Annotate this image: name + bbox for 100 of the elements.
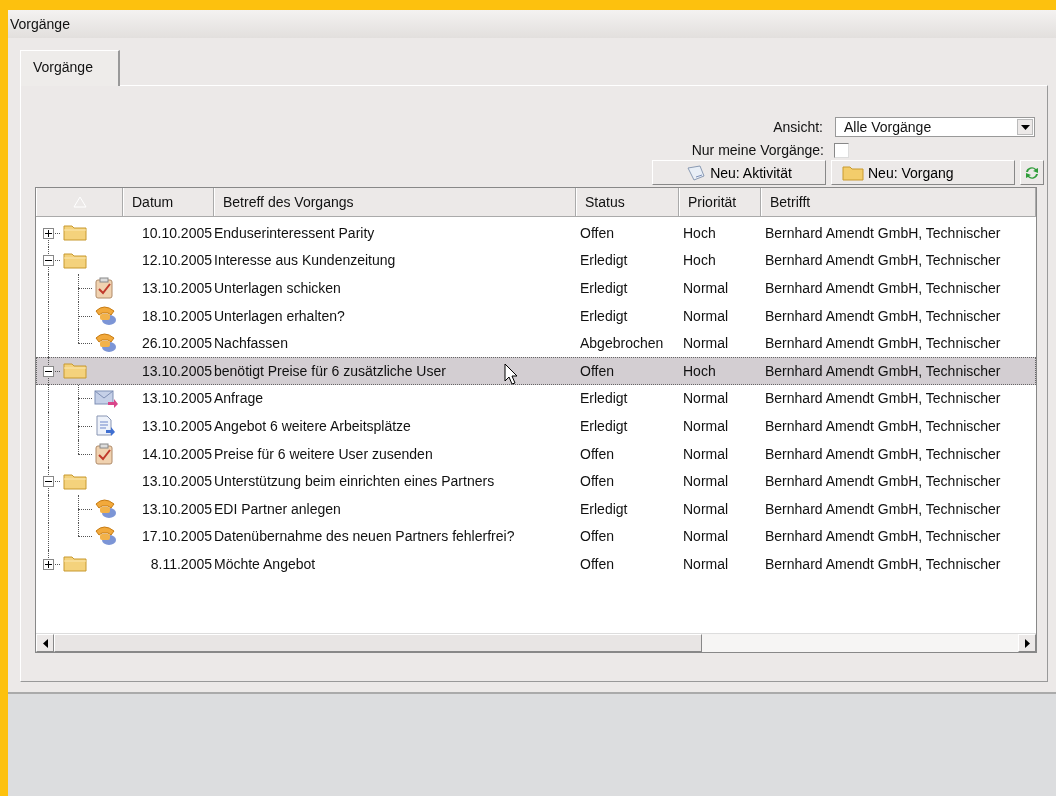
status-cell-text: Erledigt xyxy=(579,417,629,434)
table-row[interactable]: 18.10.2005 Unterlagen erhalten? Erledigt Normal Bernhard Amendt GmbH, Technischer xyxy=(36,301,1036,330)
date-cell-text: 13.10.2005 xyxy=(140,473,213,490)
priority-cell-text: Normal xyxy=(682,307,730,324)
phone-icon xyxy=(94,332,118,355)
folder-icon xyxy=(63,251,87,269)
scrollbar-thumb[interactable] xyxy=(54,634,702,652)
clipboard-icon xyxy=(94,277,114,299)
folder-icon xyxy=(63,224,87,242)
status-cell-text: Offen xyxy=(579,555,615,572)
table-row[interactable]: 10.10.2005 Enduserinteressent Parity Offen Hoch Bernhard Amendt GmbH, Technischer xyxy=(36,219,1036,247)
table-row[interactable]: 12.10.2005 Interesse aus Kundenzeitung Erledigt Hoch Bernhard Amendt GmbH, Technischer xyxy=(36,246,1036,275)
view-dropdown[interactable]: Alle Vorgänge xyxy=(835,117,1035,137)
refresh-button[interactable] xyxy=(1020,160,1044,185)
priority-cell-text: Hoch xyxy=(682,224,717,241)
table-row[interactable]: 13.10.2005 Unterstützung beim einrichten eines Partners Offen Normal Bernhard Amendt GmbH, Technischer xyxy=(36,467,1036,495)
date-cell-text: 18.10.2005 xyxy=(140,307,213,324)
date-cell-text: 13.10.2005 xyxy=(140,390,213,407)
only-mine-checkbox[interactable] xyxy=(834,142,849,158)
dropdown-arrow-icon xyxy=(1020,124,1030,130)
table-row[interactable]: 13.10.2005Angebot 6 weitere Arbeitsplätze Erledigt Normal Bernhard Amendt GmbH, Technischer xyxy=(36,412,1036,440)
subject-cell: Interesse aus Kundenzeitung xyxy=(214,252,396,269)
table-row[interactable]: 13.10.2005 Unterlagen schicken Erledigt Normal Bernhard Amendt GmbH, Technischer xyxy=(36,274,1036,302)
table-row[interactable]: 8.11.2005 Möchte Angebot Offen Normal Bernhard Amendt GmbH, Technischer xyxy=(36,550,1036,578)
table-row[interactable]: 14.10.2005 Preise für 6 weitere User zusenden Offen Normal Bernhard Amendt GmbH, Technischer xyxy=(36,439,1036,468)
table-row[interactable]: 13.10.2005 EDI Partner anlegen Erledigt Normal Bernhard Amendt GmbH, Technischer xyxy=(36,494,1036,523)
subject-cell: Unterstützung beim einrichten eines Partners xyxy=(214,473,495,490)
priority-cell-text: Normal xyxy=(682,555,730,572)
priority-cell-text: Normal xyxy=(682,445,730,462)
concerns-cell-text: Bernhard Amendt GmbH, Technischer xyxy=(764,417,1002,434)
concerns-cell-text: Bernhard Amendt GmbH, Technischer xyxy=(764,252,1002,269)
new-activity-button[interactable]: Neu: Aktivität xyxy=(652,160,826,185)
priority-cell-text: Normal xyxy=(682,390,730,407)
expand-toggle[interactable] xyxy=(43,365,54,377)
folder-icon xyxy=(842,164,864,181)
document-icon xyxy=(94,414,116,437)
table-row[interactable]: 13.10.2005 benötigt Preise für 6 zusätzliche User Offen Hoch Bernhard Amendt GmbH, Technischer xyxy=(36,356,1036,385)
envelope-icon xyxy=(94,388,118,409)
table-row[interactable]: 17.10.2005 Datenübernahme des neuen Partners fehlerfrei? Offen Normal Bernhard Amendt GmbH, Technischer xyxy=(36,522,1036,551)
concerns-cell-text: Bernhard Amendt GmbH, Technischer xyxy=(764,445,1002,462)
status-cell-text: Erledigt xyxy=(579,307,629,324)
only-mine-label: Nur meine Vorgänge: xyxy=(691,142,824,158)
subject-cell: Möchte Angebot xyxy=(214,555,316,572)
status-cell-text: Erledigt xyxy=(579,280,629,296)
status-cell-text: Offen xyxy=(579,528,615,545)
clipboard-icon xyxy=(94,442,114,465)
column-header[interactable]: Betrifft xyxy=(761,188,1036,216)
status-cell-text: Erledigt xyxy=(579,500,629,517)
subject-cell: Anfrage xyxy=(214,390,264,407)
phone-icon xyxy=(94,497,118,520)
status-cell-text: Offen xyxy=(579,362,615,379)
window-title: Vorgänge xyxy=(10,16,70,32)
subject-cell: benötigt Preise für 6 zusätzliche User xyxy=(214,362,446,379)
priority-cell-text: Normal xyxy=(682,473,730,490)
expand-toggle[interactable] xyxy=(43,558,54,570)
scroll-right-button[interactable] xyxy=(1018,634,1036,652)
expand-toggle[interactable] xyxy=(43,227,54,239)
date-cell-text: 17.10.2005 xyxy=(140,528,213,545)
folder-icon xyxy=(63,362,87,380)
new-case-button[interactable]: Neu: Vorgang xyxy=(831,160,1015,185)
priority-cell-text: Normal xyxy=(682,335,730,352)
table-row[interactable]: 26.10.2005 Nachfassen Abgebrochen Normal Bernhard Amendt GmbH, Technischer xyxy=(36,329,1036,357)
subject-cell: Preise für 6 weitere User zusenden xyxy=(214,445,433,462)
concerns-cell-text: Bernhard Amendt GmbH, Technischer xyxy=(764,473,1002,490)
concerns-cell-text: Bernhard Amendt GmbH, Technischer xyxy=(764,335,1002,352)
date-cell-text: 26.10.2005 xyxy=(140,335,213,352)
column-header[interactable]: Status xyxy=(576,188,679,216)
column-header[interactable]: Priorität xyxy=(679,188,761,216)
concerns-cell-text: Bernhard Amendt GmbH, Technischer xyxy=(764,390,1002,407)
tab[interactable]: Vorgänge xyxy=(20,50,120,86)
priority-cell-text: Normal xyxy=(682,417,730,434)
date-cell-text: 12.10.2005 xyxy=(140,252,213,269)
left-arrow-icon xyxy=(42,638,48,648)
scroll-left-button[interactable] xyxy=(36,634,54,652)
column-header[interactable]: Betreff des Vorgangs xyxy=(214,188,576,216)
concerns-cell-text: Bernhard Amendt GmbH, Technischer xyxy=(764,500,1002,517)
date-cell-text: 13.10.2005 xyxy=(140,417,213,434)
status-cell-text: Offen xyxy=(579,445,615,462)
subject-cell: Unterlagen schicken xyxy=(214,280,341,296)
column-header[interactable]: Datum xyxy=(123,188,214,216)
table-row[interactable]: 13.10.2005Anfrage Erledigt Normal Bernhard Amendt GmbH, Technischer xyxy=(36,384,1036,413)
priority-cell-text: Normal xyxy=(682,528,730,545)
concerns-cell-text: Bernhard Amendt GmbH, Technischer xyxy=(764,528,1002,545)
priority-cell-text: Hoch xyxy=(682,362,717,379)
date-cell-text: 13.10.2005 xyxy=(140,362,213,379)
status-cell-text: Offen xyxy=(579,224,615,241)
concerns-cell-text: Bernhard Amendt GmbH, Technischer xyxy=(764,555,1002,572)
expand-toggle[interactable] xyxy=(43,255,54,267)
concerns-cell-text: Bernhard Amendt GmbH, Technischer xyxy=(764,307,1002,324)
date-cell-text: 14.10.2005 xyxy=(140,445,213,462)
subject-cell: Angebot 6 weitere Arbeitsplätze xyxy=(214,417,411,434)
priority-cell-text: Hoch xyxy=(682,252,717,269)
subject-cell: Enduserinteressent Parity xyxy=(214,224,375,241)
subject-cell: Nachfassen xyxy=(214,335,288,352)
expand-toggle[interactable] xyxy=(43,476,54,488)
date-cell-text: 13.10.2005 xyxy=(140,280,213,296)
date-cell-text: 13.10.2005 xyxy=(140,500,213,517)
phone-icon xyxy=(94,525,118,548)
view-label: Ansicht: xyxy=(773,119,823,135)
right-arrow-icon xyxy=(1024,638,1030,648)
